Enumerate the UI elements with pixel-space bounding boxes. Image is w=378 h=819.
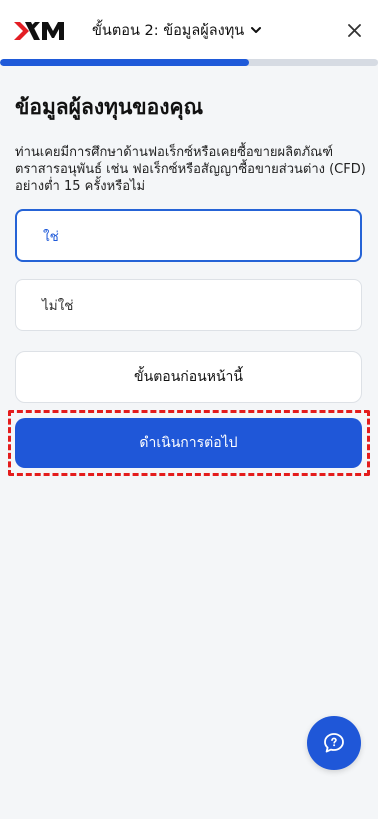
step-title: ขั้นตอน 2: ข้อมูลผู้ลงทุน — [92, 22, 245, 39]
progress-fill — [0, 59, 250, 66]
close-button[interactable] — [344, 20, 364, 40]
xm-logo — [14, 22, 64, 40]
back-button-label: ขั้นตอนก่อนหน้านี้ — [134, 369, 243, 385]
page: ขั้นตอน 2: ข้อมูลผู้ลงทุน ข้อมูลผู้ลงทุน… — [0, 0, 378, 819]
progress-bar — [0, 59, 378, 66]
chat-button[interactable] — [307, 716, 361, 770]
back-button[interactable]: ขั้นตอนก่อนหน้านี้ — [15, 351, 362, 403]
step-selector[interactable]: ขั้นตอน 2: ข้อมูลผู้ลงทุน — [92, 19, 262, 41]
continue-button[interactable]: ดำเนินการต่อไป — [15, 418, 362, 468]
top-bar: ขั้นตอน 2: ข้อมูลผู้ลงทุน — [0, 0, 378, 60]
chat-help-icon — [324, 733, 344, 753]
option-no[interactable]: ไม่ใช่ — [15, 279, 362, 331]
option-yes[interactable]: ใช่ — [15, 209, 362, 262]
option-yes-label: ใช่ — [43, 228, 59, 245]
close-icon — [347, 23, 361, 37]
page-title: ข้อมูลผู้ลงทุนของคุณ — [15, 95, 204, 119]
option-no-label: ไม่ใช่ — [42, 298, 74, 314]
continue-button-label: ดำเนินการต่อไป — [139, 435, 238, 451]
chevron-down-icon — [251, 27, 262, 33]
question-text: ท่านเคยมีการศึกษาด้านฟอเร็กซ์หรือเคยซื้อ… — [15, 145, 366, 194]
